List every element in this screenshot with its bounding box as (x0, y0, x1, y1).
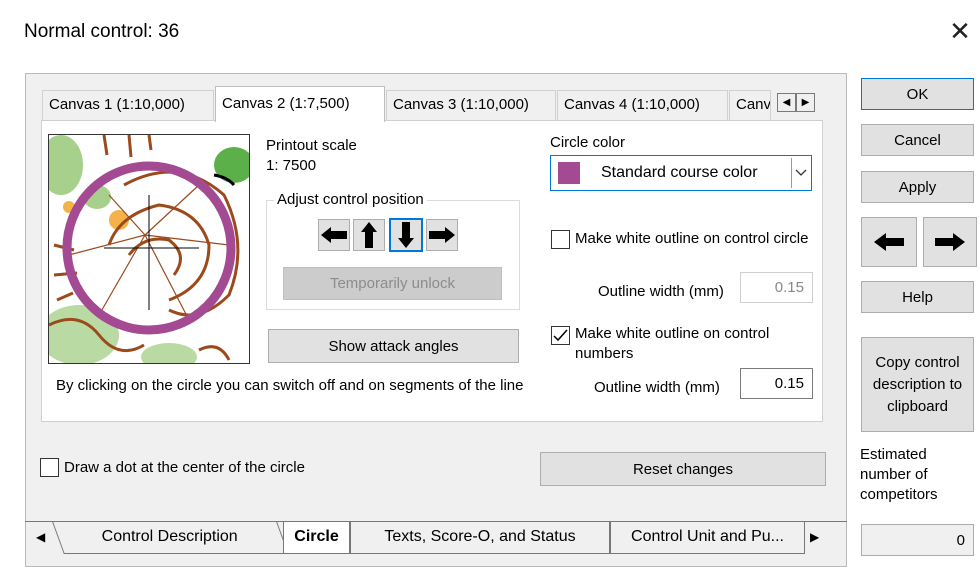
center-dot-label: Draw a dot at the center of the circle (64, 459, 305, 476)
temporarily-unlock-button[interactable]: Temporarily unlock (283, 267, 502, 300)
window-title: Normal control: 36 (24, 21, 180, 42)
printout-scale-label: Printout scale (266, 137, 357, 154)
circle-color-label: Circle color (550, 134, 626, 151)
tab-scroll-right-icon[interactable]: ▶ (810, 530, 819, 544)
estimated-competitors-input[interactable]: 0 (861, 524, 974, 556)
outline-circle-width-label: Outline width (mm) (598, 283, 724, 300)
checkmark-icon (553, 329, 568, 342)
outline-numbers-checkbox[interactable] (551, 326, 570, 345)
tab-canvas-5[interactable]: Canv (729, 90, 771, 120)
next-control-button[interactable] (923, 217, 977, 267)
move-right-button[interactable] (426, 219, 458, 251)
tab-scroll-left-icon[interactable]: ◀ (36, 530, 45, 544)
outline-numbers-label: Make white outline on control numbers (575, 325, 770, 362)
tab-control-unit[interactable]: Control Unit and Pu... (610, 522, 805, 554)
map-preview[interactable] (48, 134, 250, 364)
adjust-position-label: Adjust control position (274, 191, 427, 208)
tab-canvas-1[interactable]: Canvas 1 (1:10,000) (42, 90, 214, 120)
outline-circle-width-input[interactable]: 0.15 (740, 272, 813, 303)
apply-button[interactable]: Apply (861, 171, 974, 203)
move-left-button[interactable] (318, 219, 350, 251)
map-preview-graphic (49, 135, 249, 363)
circle-color-value: Standard course color (601, 164, 758, 181)
show-attack-angles-button[interactable]: Show attack angles (268, 329, 519, 363)
outline-numbers-width-input[interactable]: 0.15 (740, 368, 813, 399)
arrow-left-icon (321, 227, 347, 243)
chevron-down-icon[interactable] (791, 158, 809, 188)
outline-circle-label: Make white outline on control circle (575, 230, 809, 247)
circle-hint-text: By clicking on the circle you can switch… (56, 377, 524, 394)
copy-description-button[interactable]: Copy control description to clipboard (861, 337, 974, 432)
center-dot-checkbox[interactable] (40, 458, 59, 477)
circle-color-select[interactable]: Standard course color (550, 155, 812, 191)
arrow-right-icon (935, 233, 965, 251)
arrow-right-icon (429, 227, 455, 243)
tab-canvas-2[interactable]: Canvas 2 (1:7,500) (215, 86, 385, 122)
outline-numbers-width-label: Outline width (mm) (594, 379, 720, 396)
tab-canvas-3[interactable]: Canvas 3 (1:10,000) (386, 90, 556, 120)
ok-button[interactable]: OK (861, 78, 974, 110)
tab-texts-score-status[interactable]: Texts, Score-O, and Status (350, 522, 610, 554)
tab-scroll-left-icon[interactable]: ◀ (777, 93, 796, 112)
cancel-button[interactable]: Cancel (861, 124, 974, 156)
help-button[interactable]: Help (861, 281, 974, 313)
tab-control-description[interactable]: Control Description (52, 522, 289, 554)
arrow-up-icon (361, 222, 377, 248)
tab-scroll-right-icon[interactable]: ▶ (796, 93, 815, 112)
color-swatch (558, 162, 580, 184)
outline-circle-checkbox[interactable] (551, 230, 570, 249)
previous-control-button[interactable] (861, 217, 917, 267)
reset-changes-button[interactable]: Reset changes (540, 452, 826, 486)
arrow-left-icon (874, 233, 904, 251)
arrow-down-icon (398, 222, 414, 248)
printout-scale-value: 1: 7500 (266, 157, 317, 174)
move-up-button[interactable] (353, 219, 385, 251)
tab-control-description-label: Control Description (102, 528, 239, 545)
close-icon[interactable]: ✕ (946, 16, 974, 46)
tab-canvas-4[interactable]: Canvas 4 (1:10,000) (557, 90, 728, 120)
move-down-button[interactable] (389, 218, 423, 252)
tab-circle[interactable]: Circle (283, 522, 350, 554)
estimated-competitors-label: Estimated number of competitors (860, 446, 938, 503)
